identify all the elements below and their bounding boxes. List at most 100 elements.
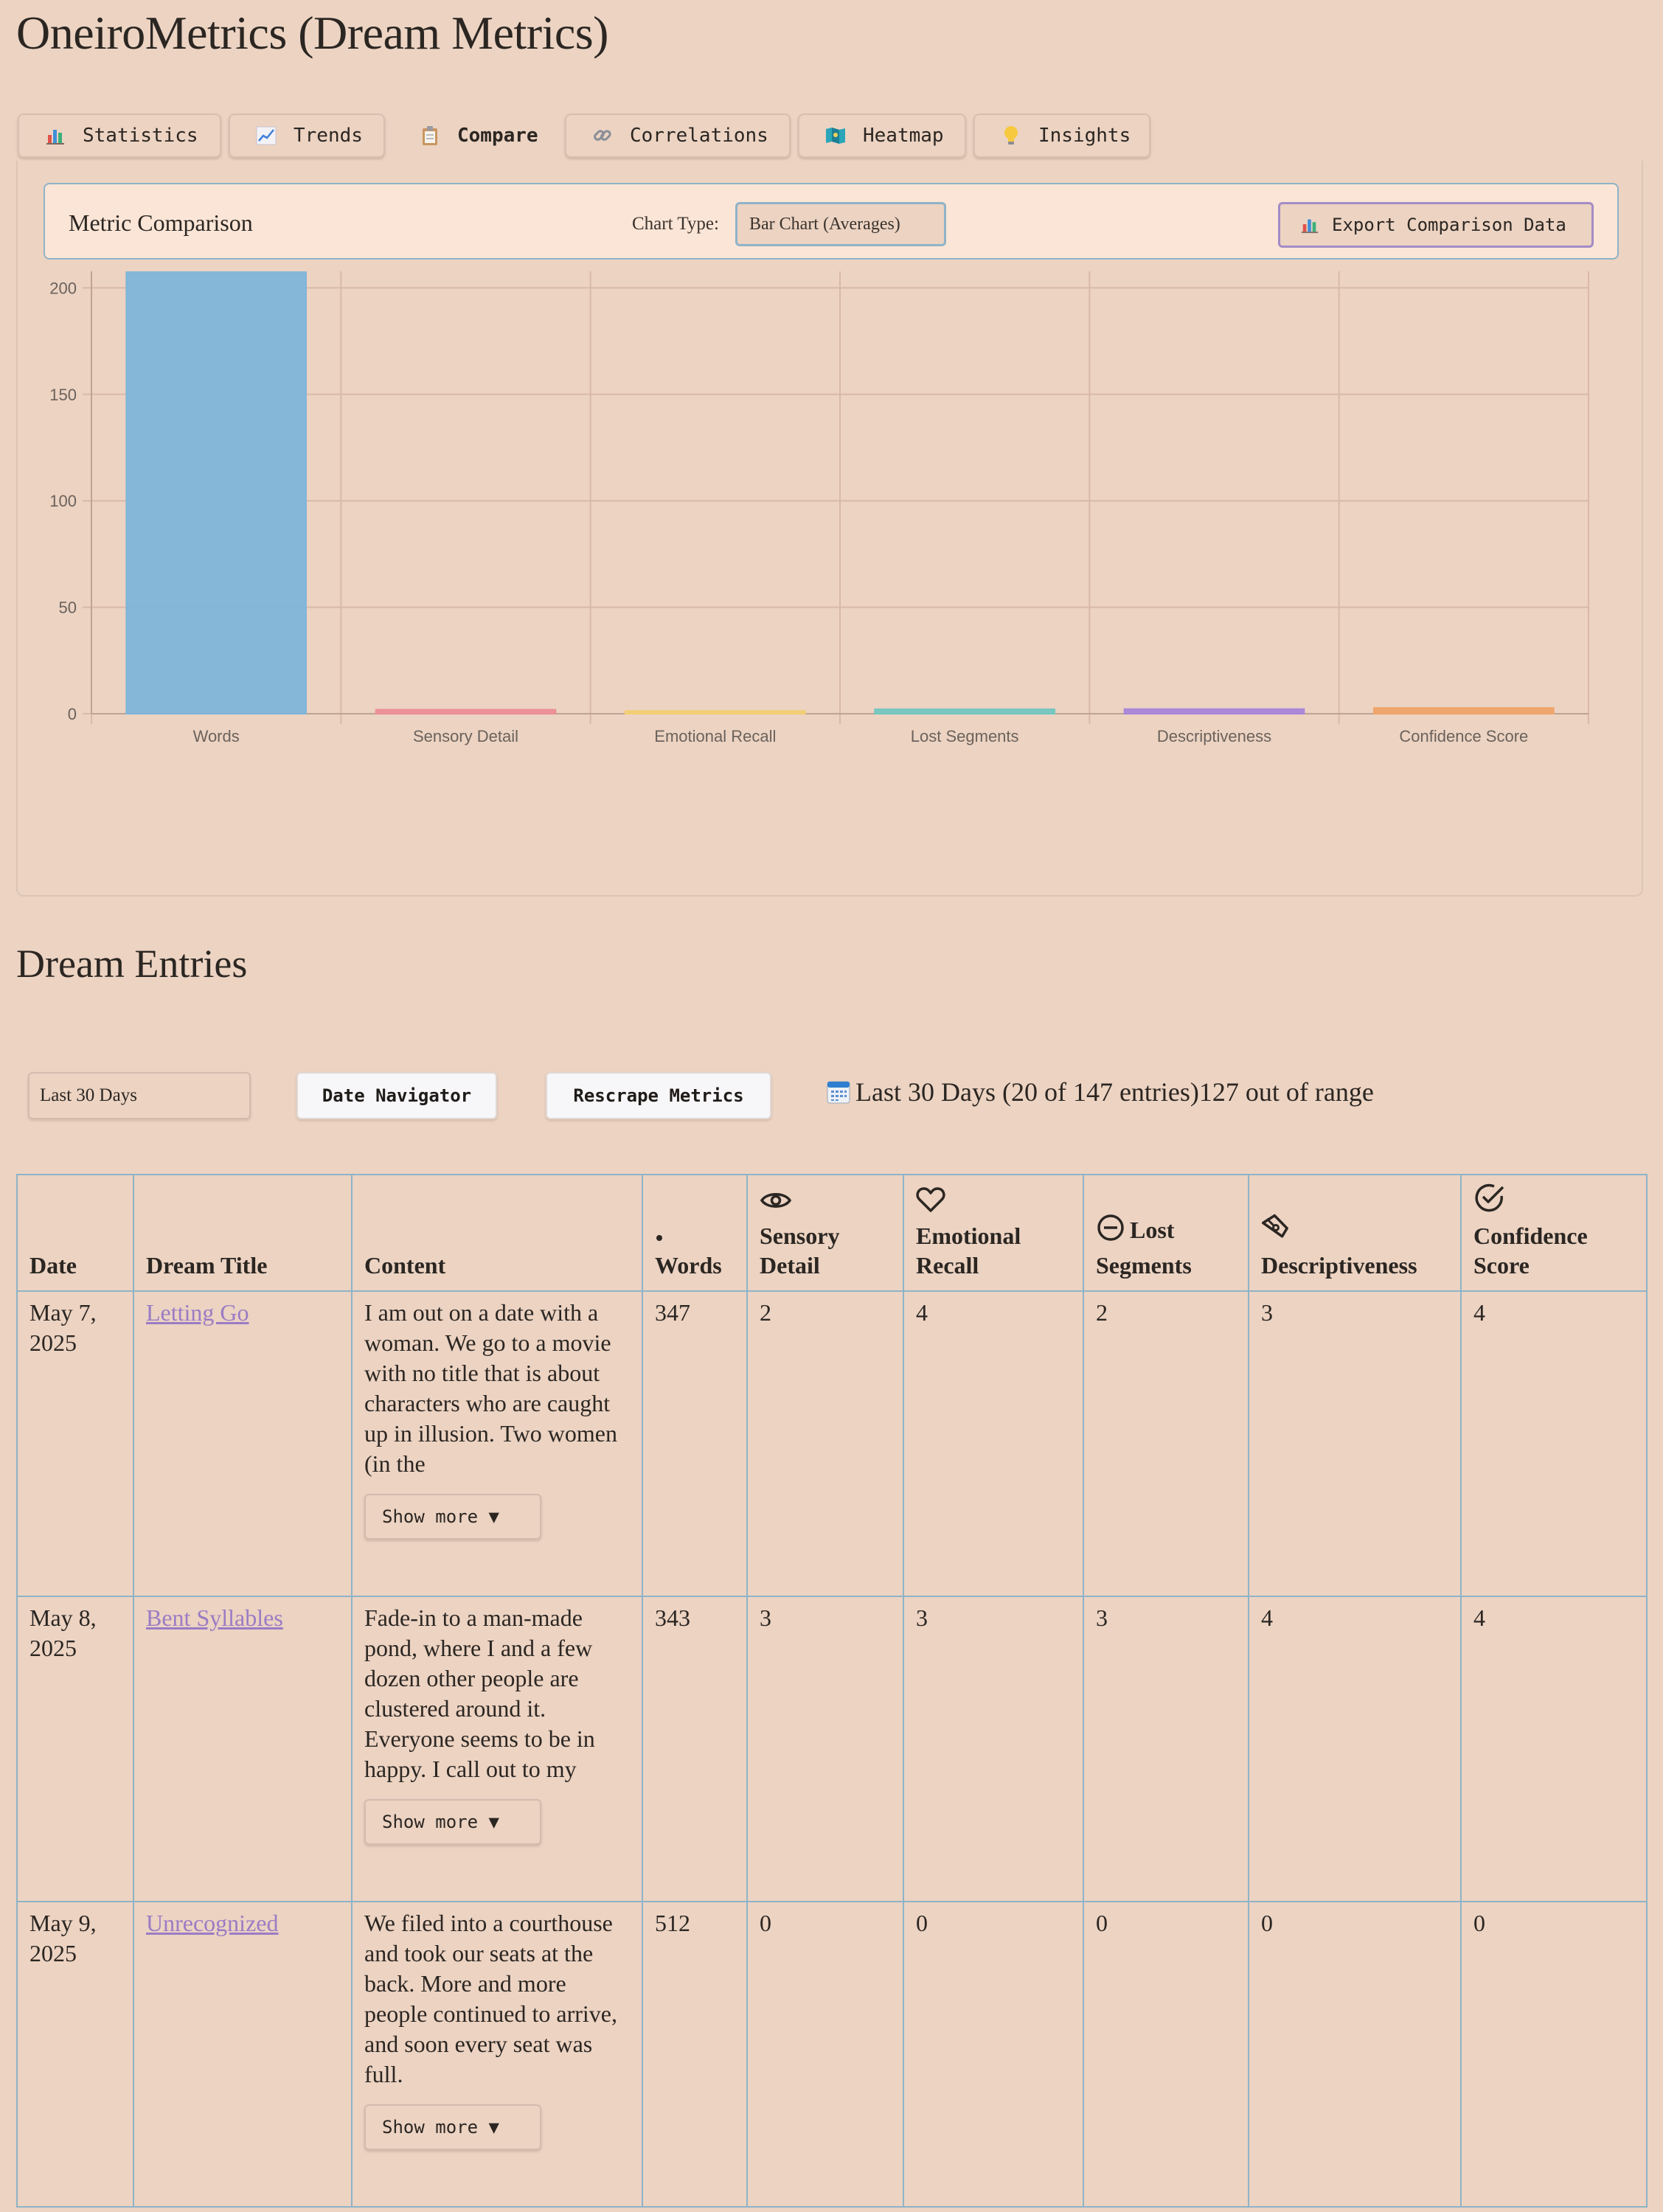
cell-sensory-detail: 0 xyxy=(746,1901,904,2208)
show-more-button[interactable]: Show more ▼ xyxy=(364,1494,541,1540)
cell-date: May 7, 2025 xyxy=(16,1290,134,1597)
x-tick-label: Sensory Detail xyxy=(413,727,518,745)
tab-trends[interactable]: Trends xyxy=(229,114,385,158)
dream-entries-table: Date Dream Title Content Words Sensory D… xyxy=(16,1174,1648,2208)
table-row: May 7, 2025 Letting Go I am out on a dat… xyxy=(16,1290,1648,1597)
cell-content: I am out on a date with a woman. We go t… xyxy=(351,1290,643,1597)
bar-words xyxy=(125,271,307,715)
cell-confidence-score: 0 xyxy=(1460,1901,1648,2208)
x-tick-label: Lost Segments xyxy=(911,727,1019,745)
compare-toolbar: Metric Comparison Chart Type: Bar Chart … xyxy=(44,183,1619,260)
bar-emotional-recall xyxy=(625,710,806,715)
range-status-text: Last 30 Days (20 of 147 entries)127 out … xyxy=(855,1077,1374,1107)
column-header-dream-title[interactable]: Dream Title xyxy=(133,1174,353,1292)
bar-sensory-detail xyxy=(375,709,557,715)
dream-title-link[interactable]: Letting Go xyxy=(146,1299,249,1326)
pen-tool-icon xyxy=(1261,1213,1448,1249)
column-header-sensory-detail[interactable]: Sensory Detail xyxy=(746,1174,904,1292)
minus-circle-icon xyxy=(1096,1213,1125,1249)
tab-label: Insights xyxy=(1038,125,1131,147)
column-header-confidence-score[interactable]: Confidence Score xyxy=(1460,1174,1648,1292)
y-tick-label: 50 xyxy=(59,599,77,617)
dream-title-link[interactable]: Bent Syllables xyxy=(146,1604,283,1631)
cell-date: May 8, 2025 xyxy=(16,1596,134,1902)
y-tick-label: 150 xyxy=(49,386,77,404)
cell-emotional-recall: 0 xyxy=(903,1901,1084,2208)
cell-lost-segments: 3 xyxy=(1083,1596,1249,1902)
y-tick-label: 0 xyxy=(68,705,77,723)
tab-statistics[interactable]: Statistics xyxy=(18,114,221,158)
comparison-bar-chart: 050100150200250WordsSensory DetailEmotio… xyxy=(49,271,1589,745)
x-tick-label: Words xyxy=(193,727,240,745)
cell-descriptiveness: 0 xyxy=(1248,1901,1462,2208)
cell-emotional-recall: 4 xyxy=(903,1290,1084,1597)
cell-confidence-score: 4 xyxy=(1460,1596,1648,1902)
y-tick-label: 100 xyxy=(49,492,77,510)
cell-title: Unrecognized xyxy=(133,1901,353,2208)
check-circle-icon xyxy=(1473,1182,1634,1220)
calendar-icon xyxy=(826,1079,851,1105)
cell-descriptiveness: 3 xyxy=(1248,1290,1462,1597)
tab-label: Trends xyxy=(294,125,363,147)
x-tick-label: Confidence Score xyxy=(1399,727,1528,745)
section-title: Dream Entries xyxy=(16,942,248,986)
cell-words: 512 xyxy=(642,1901,748,2208)
date-range-select[interactable]: Last 30 Days xyxy=(28,1072,251,1119)
compare-title: Metric Comparison xyxy=(69,209,253,236)
cell-lost-segments: 0 xyxy=(1083,1901,1249,2208)
column-header-lost-segments[interactable]: Lost Segments xyxy=(1083,1174,1249,1292)
cell-words: 343 xyxy=(642,1596,748,1902)
link-icon xyxy=(591,125,614,147)
tab-correlations[interactable]: Correlations xyxy=(565,114,791,158)
content-preview: I am out on a date with a woman. We go t… xyxy=(364,1299,617,1477)
cell-emotional-recall: 3 xyxy=(903,1596,1084,1902)
show-more-button[interactable]: Show more ▼ xyxy=(364,1799,541,1845)
cell-sensory-detail: 3 xyxy=(746,1596,904,1902)
cell-title: Bent Syllables xyxy=(133,1596,353,1902)
x-tick-label: Emotional Recall xyxy=(654,727,776,745)
export-button-label: Export Comparison Data xyxy=(1332,215,1566,235)
content-preview: We filed into a courthouse and took our … xyxy=(364,1910,617,2087)
date-navigator-button[interactable]: Date Navigator xyxy=(296,1072,497,1119)
tab-compare[interactable]: Compare xyxy=(392,114,547,158)
show-more-button[interactable]: Show more ▼ xyxy=(364,2104,541,2150)
table-row: May 8, 2025 Bent Syllables Fade-in to a … xyxy=(16,1596,1648,1902)
tab-insights[interactable]: Insights xyxy=(973,114,1150,158)
cell-content: We filed into a courthouse and took our … xyxy=(351,1901,643,2208)
column-header-date[interactable]: Date xyxy=(16,1174,134,1292)
column-header-emotional-recall[interactable]: Emotional Recall xyxy=(903,1174,1084,1292)
clipboard-icon xyxy=(419,125,441,147)
cell-date: May 9, 2025 xyxy=(16,1901,134,2208)
cell-content: Fade-in to a man-made pond, where I and … xyxy=(351,1596,643,1902)
cell-descriptiveness: 4 xyxy=(1248,1596,1462,1902)
compare-panel: Metric Comparison Chart Type: Bar Chart … xyxy=(16,161,1643,897)
content-preview: Fade-in to a man-made pond, where I and … xyxy=(364,1604,595,1782)
chart-type-select[interactable]: Bar Chart (Averages) xyxy=(735,202,946,246)
column-header-descriptiveness[interactable]: Descriptiveness xyxy=(1248,1174,1462,1292)
bar-chart-icon xyxy=(44,125,66,147)
range-status: Last 30 Days (20 of 147 entries)127 out … xyxy=(826,1077,1374,1107)
cell-confidence-score: 4 xyxy=(1460,1290,1648,1597)
tab-label: Statistics xyxy=(83,125,198,147)
eye-icon xyxy=(760,1188,891,1220)
y-tick-label: 200 xyxy=(49,279,77,297)
app-title: OneiroMetrics (Dream Metrics) xyxy=(16,7,608,59)
tab-heatmap[interactable]: Heatmap xyxy=(798,114,966,158)
tab-label: Correlations xyxy=(630,125,768,147)
cell-sensory-detail: 2 xyxy=(746,1290,904,1597)
bar-confidence-score xyxy=(1373,707,1555,714)
rescrape-metrics-button[interactable]: Rescrape Metrics xyxy=(546,1072,771,1119)
bar-lost-segments xyxy=(874,708,1055,714)
bar-chart-icon xyxy=(1301,216,1319,234)
table-row: May 9, 2025 Unrecognized We filed into a… xyxy=(16,1901,1648,2208)
cell-lost-segments: 2 xyxy=(1083,1290,1249,1597)
lightbulb-icon xyxy=(1000,125,1022,147)
column-header-content[interactable]: Content xyxy=(351,1174,643,1292)
x-tick-label: Descriptiveness xyxy=(1157,727,1271,745)
dream-title-link[interactable]: Unrecognized xyxy=(146,1910,278,1936)
tab-label: Heatmap xyxy=(863,125,944,147)
export-comparison-button[interactable]: Export Comparison Data xyxy=(1278,202,1594,248)
cell-words: 347 xyxy=(642,1290,748,1597)
cell-title: Letting Go xyxy=(133,1290,353,1597)
column-header-words[interactable]: Words xyxy=(642,1174,748,1292)
